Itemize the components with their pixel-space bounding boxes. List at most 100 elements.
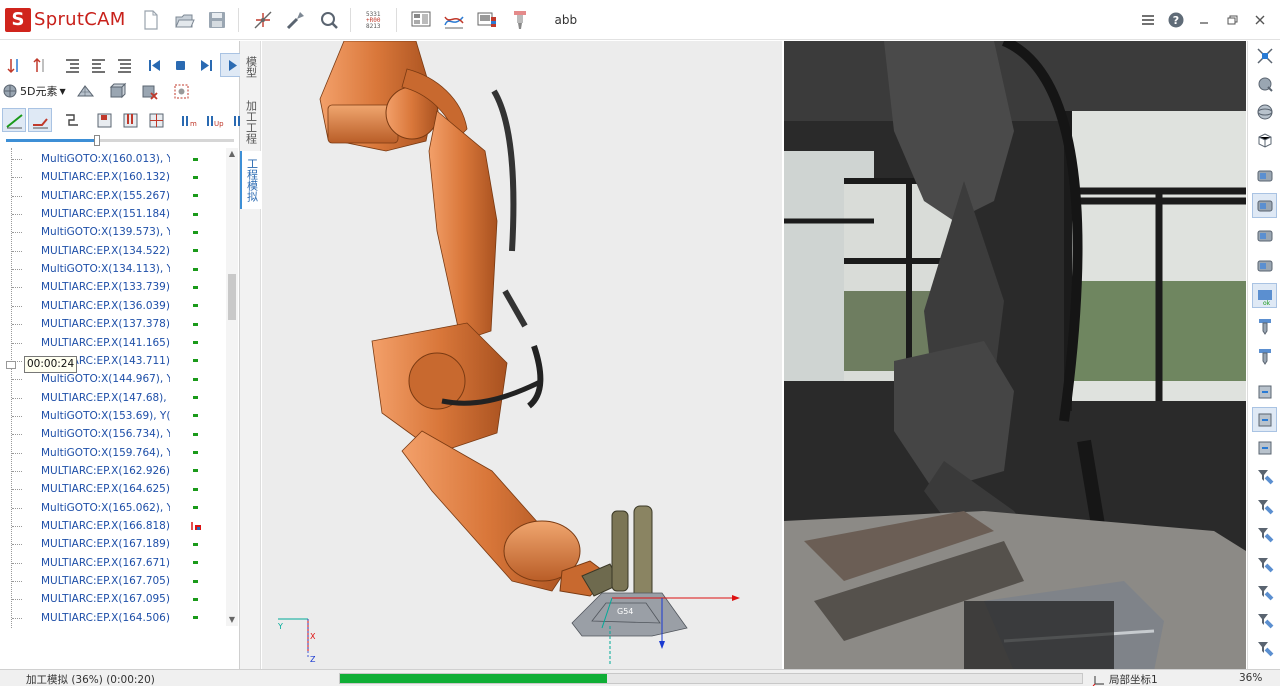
5d-elements-label: 5D元素 (20, 85, 58, 98)
menu-icon[interactable] (1134, 7, 1162, 33)
tree-item[interactable]: MULTIARC:EP.X(137.378), EP.... (12, 315, 224, 333)
tree-icon[interactable] (1252, 435, 1277, 460)
view-iso-icon[interactable] (1252, 71, 1277, 96)
filter-7-icon[interactable] (1252, 635, 1277, 660)
tree-item[interactable]: MULTIARC:EP.X(164.625), EP.... (12, 480, 224, 498)
tree-item[interactable]: MultiGOTO:X(165.062), Y(204.... (12, 499, 224, 517)
tree-item[interactable]: MULTIARC:EP.X(167.671), EP.... (12, 554, 224, 572)
tree-item[interactable]: MultiGOTO:X(156.734), Y(214.... (12, 425, 224, 443)
5d-elements-dropdown[interactable]: 5D元素 ▼ (2, 83, 66, 99)
layout-icon[interactable] (408, 7, 434, 33)
tree-hook (12, 342, 22, 344)
fixture-icon[interactable] (144, 108, 168, 132)
solid-view-icon[interactable] (1252, 253, 1277, 278)
tree-item[interactable]: MultiGOTO:X(160.013), Y(253... (12, 150, 224, 168)
postprocessor-icon[interactable] (474, 7, 500, 33)
tab-model[interactable]: 模型 (240, 47, 261, 87)
tree-item[interactable]: MULTIARC:EP.X(155.267), EP.... (12, 187, 224, 205)
next-step-icon[interactable] (194, 53, 218, 77)
restore-icon[interactable] (1218, 7, 1246, 33)
machine-view-2-icon[interactable] (1252, 193, 1277, 218)
tree-item[interactable]: MultiGOTO:X(153.69), Y(216.... (12, 407, 224, 425)
up-icon[interactable]: Up (202, 108, 226, 132)
close-icon[interactable] (1246, 7, 1274, 33)
workpiece-3d-icon[interactable] (106, 79, 130, 103)
tree-item-label: MULTIARC:EP.X(155.267), EP.... (41, 189, 170, 202)
filter-icon[interactable] (1252, 463, 1277, 488)
tool-holder-icon[interactable] (1252, 343, 1277, 368)
machine-view-icon[interactable] (1252, 163, 1277, 188)
tree-item[interactable]: MULTIARC:EP.X(136.039), EP.... (12, 297, 224, 315)
tab-simulation[interactable]: 工程模拟 (240, 151, 261, 209)
workpiece-icon[interactable] (316, 7, 342, 33)
tree-item[interactable]: MULTIARC:EP.X(162.926), EP.... (12, 462, 224, 480)
tree-item[interactable]: MultiGOTO:X(156.516), Y(156.... (22, 627, 224, 628)
scroll-down-icon[interactable]: ▼ (226, 614, 238, 626)
cube-icon[interactable] (1252, 127, 1277, 152)
tree-item[interactable]: MULTIARC:EP.X(167.705), EP.... (12, 572, 224, 590)
tree-item[interactable]: MULTIARC:EP.X(164.506), EP.... (12, 609, 224, 627)
tab-machining[interactable]: 加工工程 (240, 93, 261, 151)
sort-down-icon[interactable] (2, 53, 26, 77)
machine-setup-icon[interactable] (250, 7, 276, 33)
check-ok-icon[interactable]: ok (1252, 283, 1277, 308)
new-file-icon[interactable] (138, 7, 164, 33)
filter-3-icon[interactable] (1252, 521, 1277, 546)
tree-item-label: MULTIARC:EP.X(133.739), EP.... (41, 281, 170, 294)
tool-editor-icon[interactable] (507, 7, 533, 33)
sphere-icon[interactable] (1252, 99, 1277, 124)
scroll-up-icon[interactable]: ▲ (226, 148, 238, 160)
tree-item[interactable]: MultiGOTO:X(159.764), Y(211.... (12, 444, 224, 462)
tree-item[interactable]: MultiGOTO:X(139.573), Y(240.... (12, 223, 224, 241)
tree-item[interactable]: MULTIARC:EP.X(166.818), EP.... (12, 517, 224, 535)
tree-item[interactable]: MULTIARC:EP.X(141.165), EP.... (12, 334, 224, 352)
tree-item[interactable]: MULTIARC:EP.X(151.184), EP.... (12, 205, 224, 223)
sort-up-icon[interactable] (28, 53, 52, 77)
scroll-thumb[interactable] (228, 274, 236, 320)
tree-scrollbar[interactable]: ▲ ▼ (226, 148, 238, 626)
tree-item[interactable]: MULTIARC:EP.X(134.522), EP.... (12, 242, 224, 260)
skip-to-start-icon[interactable] (142, 53, 166, 77)
simulation-slider[interactable] (6, 135, 234, 146)
open-file-icon[interactable] (171, 7, 197, 33)
3d-viewport[interactable]: G54 Y X Z (262, 41, 782, 669)
tree-item[interactable]: MULTIARC:EP.X(167.189), EP.... (12, 535, 224, 553)
rapid-chart-icon[interactable] (28, 108, 52, 132)
filter-2-icon[interactable] (1252, 493, 1277, 518)
tree-item[interactable]: MULTIARC:EP.X(147.68), EP.Y... (12, 389, 224, 407)
tree-item[interactable]: MULTIARC:EP.X(133.739), EP.... (12, 278, 224, 296)
hand-icon[interactable] (1252, 407, 1277, 432)
tool-red-icon[interactable] (92, 108, 116, 132)
coordinate-system[interactable]: 局部坐标1 (1092, 672, 1158, 686)
slider-thumb[interactable] (94, 135, 101, 146)
status-ok-mark (193, 230, 198, 234)
tool-view-icon[interactable] (1252, 313, 1277, 338)
minimize-icon[interactable] (1190, 7, 1218, 33)
filter-4-icon[interactable] (1252, 551, 1277, 576)
tree-item[interactable]: MULTIARC:EP.X(167.095), EP.... (12, 590, 224, 608)
path-icon[interactable] (60, 108, 84, 132)
filter-6-icon[interactable] (1252, 607, 1277, 632)
grid-icon[interactable] (170, 79, 194, 103)
machine-view-3-icon[interactable] (1252, 223, 1277, 248)
chart-icon[interactable] (441, 7, 467, 33)
outdent-icon[interactable] (86, 53, 110, 77)
indent-icon[interactable] (60, 53, 84, 77)
feed-chart-icon[interactable] (2, 108, 26, 132)
view-fit-icon[interactable] (1252, 43, 1277, 68)
status-ok-mark (193, 194, 198, 198)
tree-item[interactable]: MULTIARC:EP.X(160.132), EP.... (12, 168, 224, 186)
help-icon[interactable]: ? (1162, 7, 1190, 33)
delete-model-icon[interactable] (138, 79, 162, 103)
nc-code-icon[interactable]: 5331 +R00 8213 (362, 7, 388, 33)
filter-5-icon[interactable] (1252, 579, 1277, 604)
cutting-tool-icon[interactable] (283, 7, 309, 33)
robot-icon[interactable] (1252, 379, 1277, 404)
mesh-icon[interactable] (74, 79, 98, 103)
pause-icon[interactable]: m (176, 108, 200, 132)
save-file-icon[interactable] (204, 7, 230, 33)
tree-item[interactable]: MultiGOTO:X(134.113), Y(235.... (12, 260, 224, 278)
stop-icon[interactable] (168, 53, 192, 77)
tool-compare-icon[interactable] (118, 108, 142, 132)
list-icon[interactable] (112, 53, 136, 77)
